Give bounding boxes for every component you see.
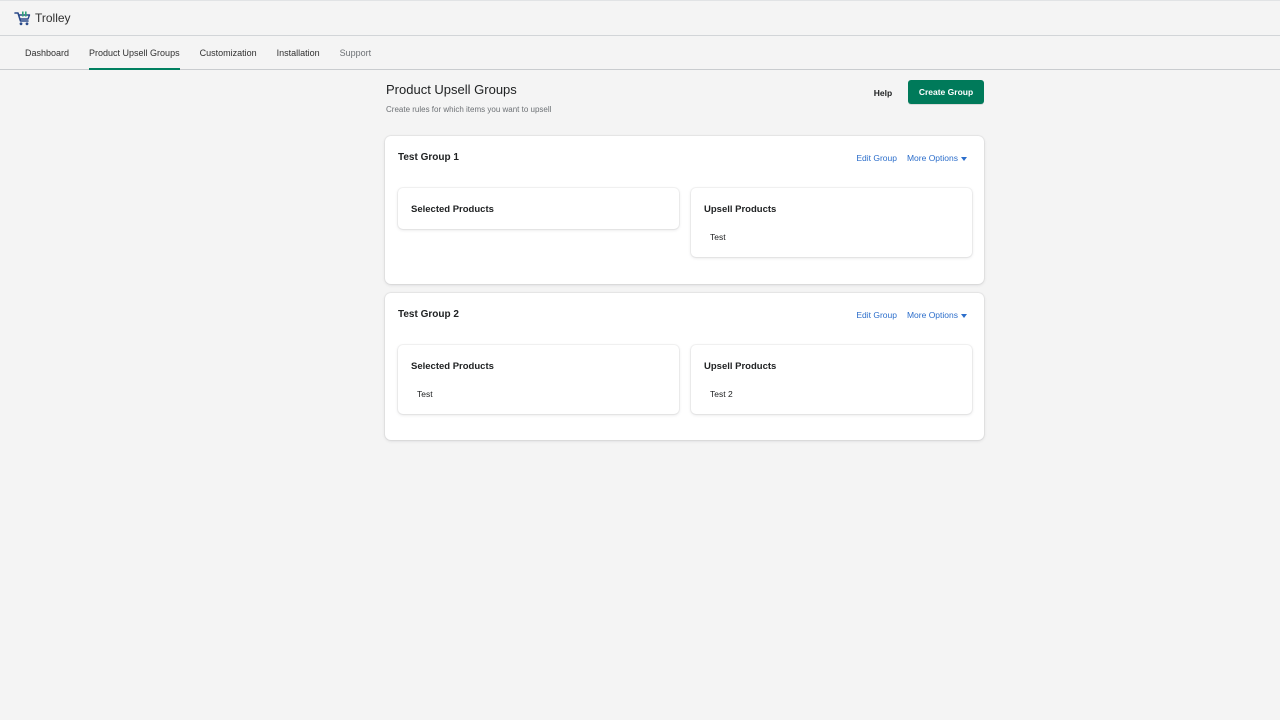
selected-products-card: Selected Products Test (398, 345, 679, 414)
selected-products-title: Selected Products (411, 204, 494, 215)
more-options-label: More Options (906, 153, 958, 163)
tab-installation[interactable]: Installation (267, 36, 330, 69)
product-item: Test (417, 389, 433, 399)
tab-support[interactable]: Support (330, 36, 382, 69)
group-title: Test Group 1 (398, 152, 459, 163)
cart-icon (14, 11, 31, 26)
product-item: Test 2 (710, 389, 733, 399)
more-options-button[interactable]: More Options (907, 153, 967, 163)
page-header: Product Upsell Groups Create rules for w… (385, 70, 984, 136)
page-subtitle: Create rules for which items you want to… (386, 105, 552, 114)
product-item: Test (710, 232, 726, 242)
edit-group-link[interactable]: Edit Group (856, 310, 897, 320)
caret-down-icon (961, 313, 967, 318)
help-button[interactable]: Help (863, 81, 903, 104)
tab-dashboard[interactable]: Dashboard (25, 36, 79, 69)
create-group-button[interactable]: Create Group (908, 80, 984, 104)
selected-products-title: Selected Products (411, 361, 494, 372)
app-name: Trolley (35, 11, 71, 25)
more-options-button[interactable]: More Options (907, 310, 967, 320)
group-card: Test Group 1 Edit Group More Options Sel… (385, 136, 984, 284)
group-title: Test Group 2 (398, 309, 459, 320)
tab-customization[interactable]: Customization (190, 36, 267, 69)
page-content: Product Upsell Groups Create rules for w… (385, 70, 984, 440)
selected-products-card: Selected Products (398, 188, 679, 229)
upsell-products-title: Upsell Products (704, 361, 777, 372)
main-nav: Dashboard Product Upsell Groups Customiz… (0, 36, 1280, 70)
tab-product-upsell-groups[interactable]: Product Upsell Groups (89, 36, 180, 70)
edit-group-link[interactable]: Edit Group (856, 153, 897, 163)
app-logo[interactable]: Trolley (14, 11, 71, 26)
upsell-products-card: Upsell Products Test (691, 188, 972, 257)
caret-down-icon (961, 156, 967, 161)
group-actions: Edit Group More Options (856, 153, 967, 163)
upsell-products-title: Upsell Products (704, 204, 777, 215)
group-actions: Edit Group More Options (856, 310, 967, 320)
group-card: Test Group 2 Edit Group More Options Sel… (385, 293, 984, 440)
more-options-label: More Options (906, 310, 958, 320)
upsell-products-card: Upsell Products Test 2 (691, 345, 972, 414)
top-bar: Trolley (0, 0, 1280, 36)
page-title: Product Upsell Groups (386, 82, 517, 97)
